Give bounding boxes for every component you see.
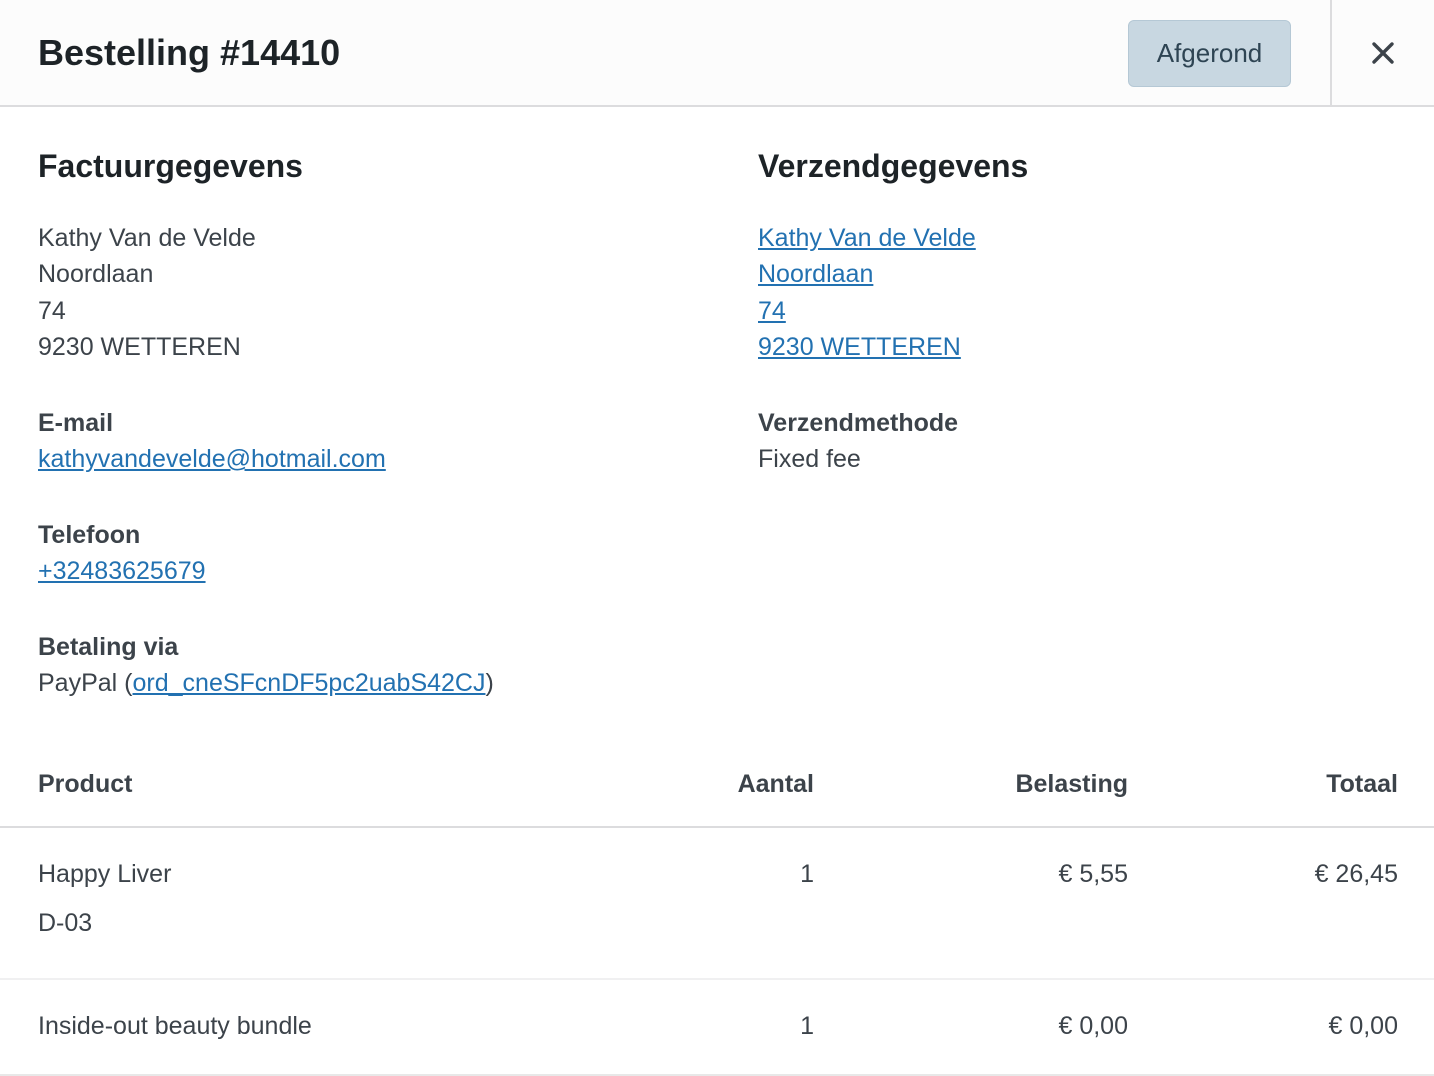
payment-paren-open: ( bbox=[124, 669, 133, 698]
modal-header: Bestelling #14410 Afgerond bbox=[0, 0, 1434, 107]
table-row: Inside-out beauty bundle 1 € 0,00 € 0,00 bbox=[0, 980, 1434, 1076]
column-header-quantity: Aantal bbox=[737, 770, 814, 798]
shipping-address-number[interactable]: 74 bbox=[758, 293, 1398, 329]
column-header-product: Product bbox=[38, 770, 133, 798]
phone-label: Telefoon bbox=[38, 521, 141, 550]
shipping-heading: Verzendgegevens bbox=[758, 148, 1029, 184]
shipping-address-street[interactable]: Noordlaan bbox=[758, 256, 1398, 292]
email-link[interactable]: kathyvandevelde@hotmail.com bbox=[38, 445, 386, 473]
item-sku: D-03 bbox=[38, 909, 93, 937]
shipping-address-name[interactable]: Kathy Van de Velde bbox=[758, 220, 1398, 256]
order-items-table: Product Aantal Belasting Totaal Happy Li… bbox=[0, 754, 1434, 1076]
item-product-name: Inside-out beauty bundle bbox=[38, 1012, 312, 1040]
order-status-badge: Afgerond bbox=[1128, 20, 1291, 87]
email-field: E-mail kathyvandevelde@hotmail.com bbox=[38, 405, 718, 477]
payment-field: Betaling via PayPal (ord_cneSFcnDF5pc2ua… bbox=[38, 629, 718, 701]
column-header-total: Totaal bbox=[1326, 770, 1398, 798]
billing-address-number: 74 bbox=[38, 296, 66, 325]
payment-method: PayPal bbox=[38, 669, 118, 698]
item-product-name: Happy Liver bbox=[38, 860, 172, 888]
item-tax: € 5,55 bbox=[1058, 860, 1128, 888]
shipping-address: Kathy Van de Velde Noordlaan 74 9230 WET… bbox=[758, 220, 1398, 365]
column-header-tax: Belasting bbox=[1015, 770, 1128, 798]
payment-label: Betaling via bbox=[38, 633, 179, 662]
shipping-method-field: Verzendmethode Fixed fee bbox=[758, 405, 1398, 477]
payment-paren-close: ) bbox=[485, 669, 494, 698]
order-title: Bestelling #14410 bbox=[38, 32, 341, 73]
phone-value: +32483625679 bbox=[38, 553, 718, 589]
phone-link[interactable]: +32483625679 bbox=[38, 557, 206, 585]
payment-transaction-link[interactable]: ord_cneSFcnDF5pc2uabS42CJ bbox=[133, 669, 486, 697]
item-tax: € 0,00 bbox=[1058, 1012, 1128, 1040]
billing-details: Factuurgegevens Kathy Van de Velde Noord… bbox=[38, 145, 718, 701]
shipping-details: Verzendgegevens Kathy Van de Velde Noord… bbox=[758, 145, 1398, 477]
order-preview-modal: Bestelling #14410 Afgerond Factuurgegeve… bbox=[0, 0, 1434, 1076]
billing-address-name: Kathy Van de Velde bbox=[38, 224, 256, 252]
item-total: € 0,00 bbox=[1328, 1012, 1398, 1040]
item-total: € 26,45 bbox=[1314, 860, 1398, 888]
phone-field: Telefoon +32483625679 bbox=[38, 517, 718, 589]
shipping-method-label: Verzendmethode bbox=[758, 409, 959, 438]
item-quantity: 1 bbox=[800, 860, 814, 888]
billing-address: Kathy Van de Velde Noordlaan 74 9230 WET… bbox=[38, 220, 718, 365]
table-header: Product Aantal Belasting Totaal bbox=[0, 754, 1434, 828]
email-value: kathyvandevelde@hotmail.com bbox=[38, 441, 718, 477]
email-label: E-mail bbox=[38, 409, 114, 438]
close-icon bbox=[1371, 41, 1395, 65]
billing-address-city: 9230 WETTEREN bbox=[38, 332, 241, 361]
payment-value: PayPal (ord_cneSFcnDF5pc2uabS42CJ) bbox=[38, 665, 718, 701]
table-row: Happy Liver D-03 1 € 5,55 € 26,45 bbox=[0, 828, 1434, 980]
item-quantity: 1 bbox=[800, 1012, 814, 1040]
shipping-address-city[interactable]: 9230 WETTEREN bbox=[758, 329, 1398, 365]
close-button[interactable] bbox=[1332, 0, 1434, 105]
billing-heading: Factuurgegevens bbox=[38, 148, 303, 184]
billing-address-street: Noordlaan bbox=[38, 260, 154, 289]
shipping-method-value: Fixed fee bbox=[758, 445, 861, 474]
